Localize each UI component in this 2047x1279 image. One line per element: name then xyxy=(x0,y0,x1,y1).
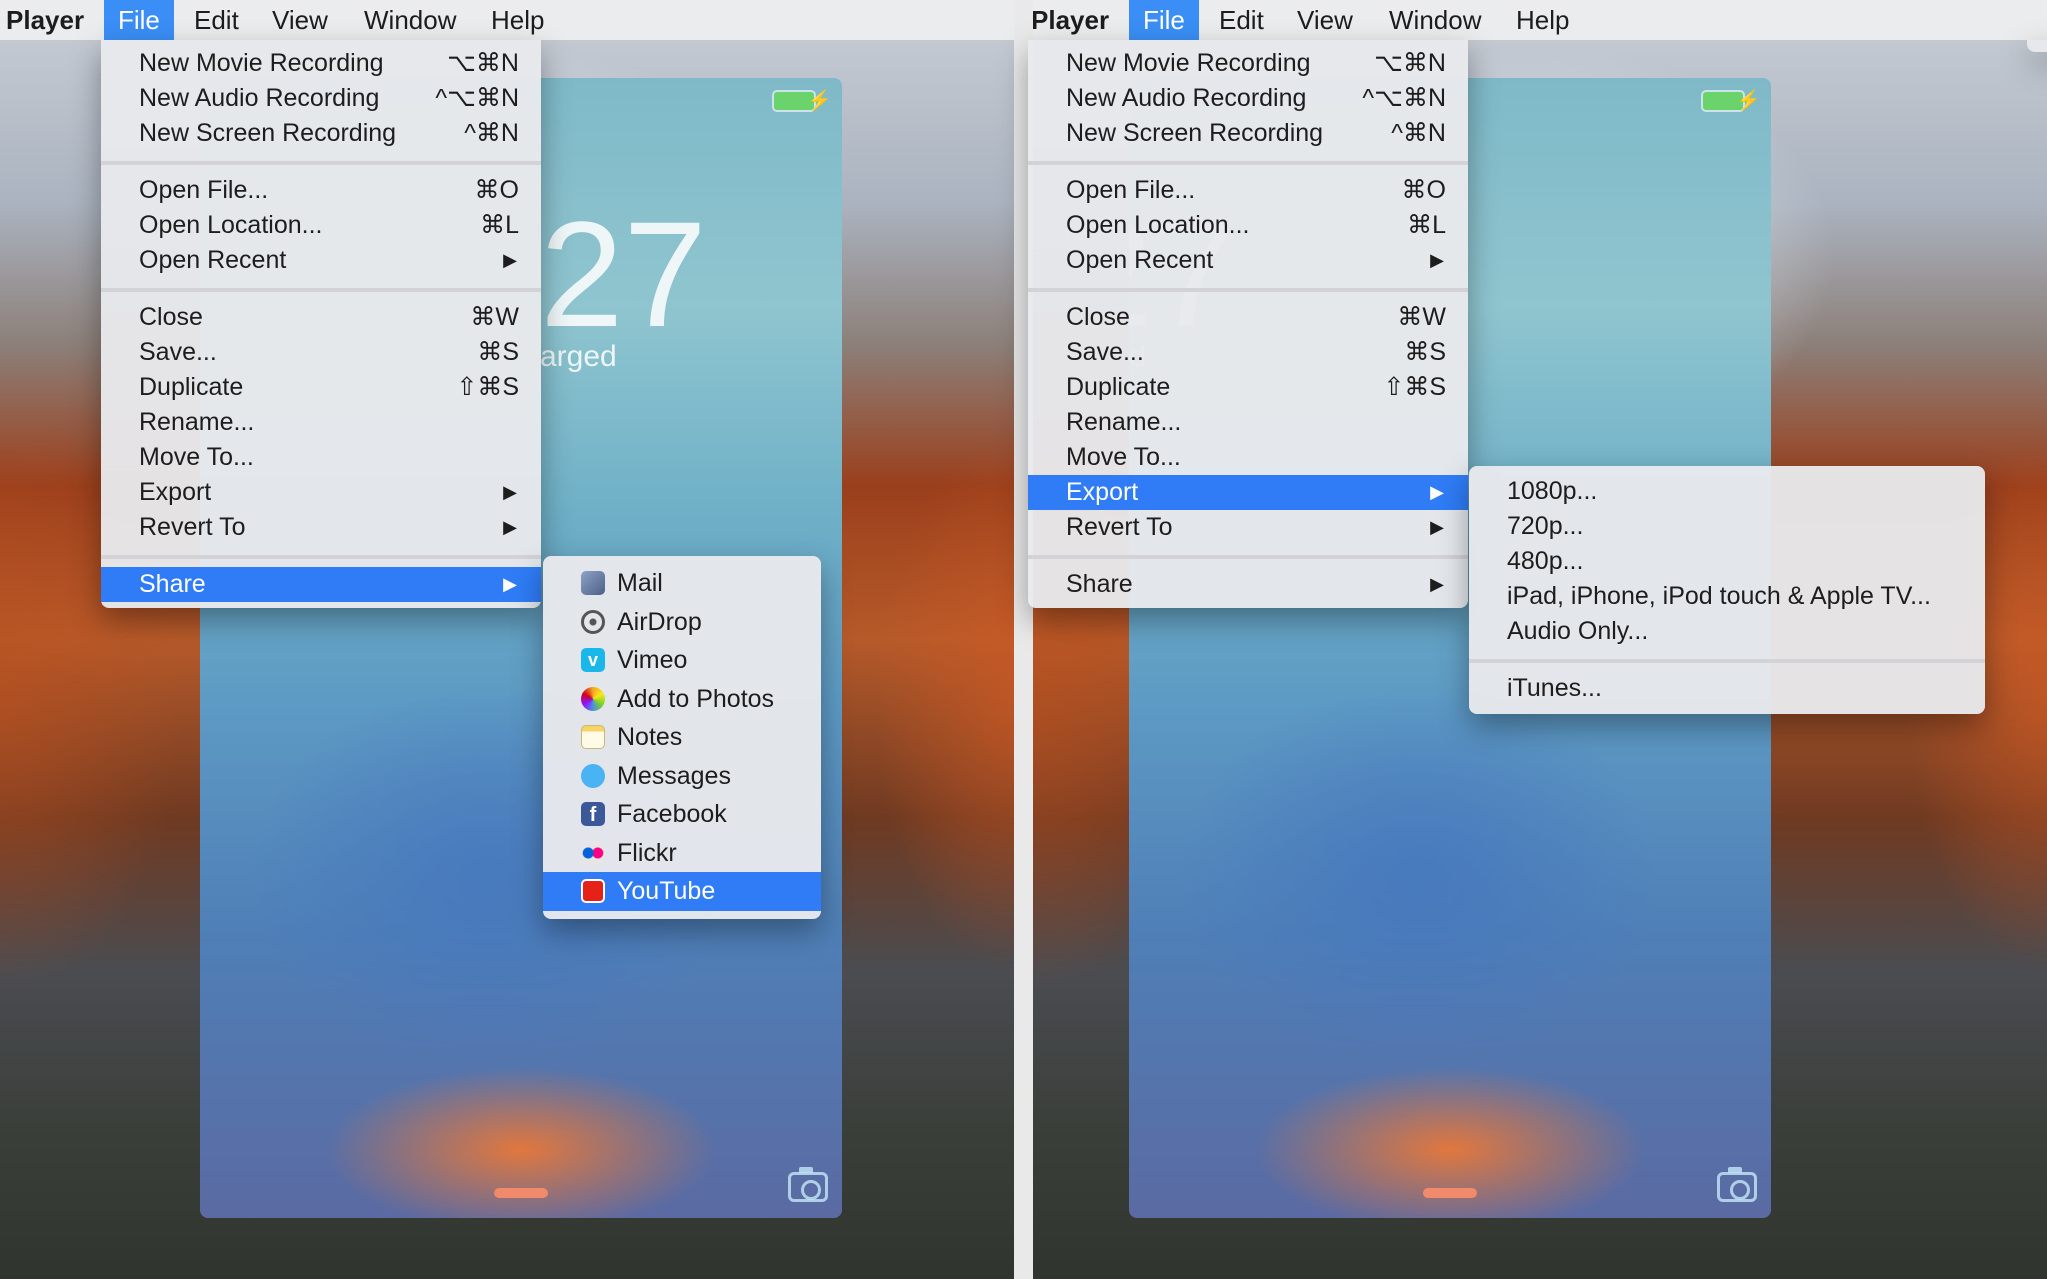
submenu-arrow-icon: ▶ xyxy=(1430,517,1444,537)
charging-status-text: arged xyxy=(540,340,617,373)
menu-bar: Player File Edit View Window Help xyxy=(1033,0,2047,41)
share-item-notes[interactable]: Notes xyxy=(543,718,821,757)
menu-item-close[interactable]: Close ⌘W xyxy=(101,300,541,335)
share-item-youtube[interactable]: YouTube xyxy=(543,872,821,911)
export-item-apple-devices[interactable]: iPad, iPhone, iPod touch & Apple TV... xyxy=(1469,579,1985,614)
menu-separator xyxy=(101,288,541,292)
menu-item-open-recent[interactable]: Open Recent ▶ xyxy=(1028,243,1468,278)
menu-item-rename[interactable]: Rename... xyxy=(1028,405,1468,440)
menu-item-new-audio-recording[interactable]: New Audio Recording ^⌥⌘N xyxy=(1028,81,1468,116)
photos-icon xyxy=(581,686,605,711)
file-menu-export-open: New Movie Recording ⌥⌘N New Audio Recordi… xyxy=(1028,40,1468,608)
flickr-icon xyxy=(581,840,605,865)
menu-file[interactable]: File xyxy=(104,0,174,40)
file-menu xyxy=(2027,40,2047,52)
submenu-arrow-icon: ▶ xyxy=(1430,482,1444,502)
menu-item-move-to[interactable]: Move To... xyxy=(101,440,541,475)
camera-icon[interactable] xyxy=(1717,1167,1757,1202)
lockscreen-time: 27 xyxy=(540,190,707,358)
menu-item-new-audio-recording[interactable]: New Audio Recording ^⌥⌘N xyxy=(101,81,541,116)
share-item-add-to-photos[interactable]: Add to Photos xyxy=(543,680,821,719)
export-item-itunes[interactable]: iTunes... xyxy=(1469,671,1985,706)
submenu-arrow-icon: ▶ xyxy=(1430,250,1444,270)
menu-edit[interactable]: Edit xyxy=(1205,0,1278,40)
menu-separator xyxy=(1028,161,1468,165)
menu-item-open-recent[interactable]: Open Recent ▶ xyxy=(101,243,541,278)
menu-item-open-file[interactable]: Open File... ⌘O xyxy=(1028,173,1468,208)
menu-item-duplicate[interactable]: Duplicate ⇧⌘S xyxy=(101,370,541,405)
app-menu-player[interactable]: Player xyxy=(6,0,84,40)
menu-separator xyxy=(101,555,541,559)
menu-separator xyxy=(1028,555,1468,559)
airdrop-icon xyxy=(581,609,605,634)
vimeo-icon: v xyxy=(581,648,605,672)
submenu-arrow-icon: ▶ xyxy=(503,517,517,537)
share-item-facebook[interactable]: f Facebook xyxy=(543,795,821,834)
mail-icon xyxy=(581,571,605,595)
share-item-messages[interactable]: Messages xyxy=(543,757,821,796)
menu-item-new-movie-recording[interactable]: New Movie Recording ⌥⌘N xyxy=(101,46,541,81)
submenu-arrow-icon: ▶ xyxy=(503,574,517,594)
home-indicator xyxy=(494,1188,548,1198)
menu-help[interactable]: Help xyxy=(1502,0,1583,40)
menu-item-new-movie-recording[interactable]: New Movie Recording ⌥⌘N xyxy=(1028,46,1468,81)
share-item-vimeo[interactable]: v Vimeo xyxy=(543,641,821,680)
menu-item-new-screen-recording[interactable]: New Screen Recording ^⌘N xyxy=(1028,116,1468,151)
menu-separator xyxy=(1469,659,1985,663)
youtube-icon xyxy=(581,879,605,903)
export-item-480p[interactable]: 480p... xyxy=(1469,544,1985,579)
menu-edit[interactable]: Edit xyxy=(180,0,253,40)
app-menu-player[interactable]: Player xyxy=(1033,0,1109,40)
file-menu: New Movie Recording ⌥⌘N New Audio Recordi… xyxy=(101,40,541,608)
messages-icon xyxy=(581,763,605,788)
menu-item-save[interactable]: Save... ⌘S xyxy=(1028,335,1468,370)
charging-bolt-icon: ⚡ xyxy=(1736,90,1761,112)
menu-file[interactable]: File xyxy=(1129,0,1199,40)
menu-item-export[interactable]: Export ▶ xyxy=(1028,475,1468,510)
facebook-icon: f xyxy=(581,802,605,826)
menu-item-save[interactable]: Save... ⌘S xyxy=(101,335,541,370)
submenu-arrow-icon: ▶ xyxy=(1430,574,1444,594)
menu-item-duplicate[interactable]: Duplicate ⇧⌘S xyxy=(1028,370,1468,405)
menu-item-move-to[interactable]: Move To... xyxy=(1028,440,1468,475)
menu-item-rename[interactable]: Rename... xyxy=(101,405,541,440)
menu-item-open-file[interactable]: Open File... ⌘O xyxy=(101,173,541,208)
menu-separator xyxy=(1028,288,1468,292)
menu-item-open-location[interactable]: Open Location... ⌘L xyxy=(101,208,541,243)
home-indicator xyxy=(1423,1188,1477,1198)
menu-item-new-screen-recording[interactable]: New Screen Recording ^⌘N xyxy=(101,116,541,151)
export-item-720p[interactable]: 720p... xyxy=(1469,509,1985,544)
menu-item-revert-to[interactable]: Revert To ▶ xyxy=(1028,510,1468,545)
menu-window[interactable]: Window xyxy=(1375,0,1495,40)
menu-separator xyxy=(101,161,541,165)
menu-item-close[interactable]: Close ⌘W xyxy=(1028,300,1468,335)
menu-item-open-location[interactable]: Open Location... ⌘L xyxy=(1028,208,1468,243)
menu-view[interactable]: View xyxy=(258,0,342,40)
camera-icon[interactable] xyxy=(788,1167,828,1202)
share-item-flickr[interactable]: Flickr xyxy=(543,834,821,873)
menu-item-share[interactable]: Share ▶ xyxy=(101,567,541,602)
export-item-1080p[interactable]: 1080p... xyxy=(1469,474,1985,509)
menu-view[interactable]: View xyxy=(1283,0,1367,40)
notes-icon xyxy=(581,725,605,749)
menu-help[interactable]: Help xyxy=(477,0,558,40)
left-screenshot-panel: Player File Edit View Window Help ⚡ 27 a… xyxy=(0,0,1014,1279)
export-item-audio-only[interactable]: Audio Only... xyxy=(1469,614,1985,649)
menu-window[interactable]: Window xyxy=(350,0,470,40)
export-submenu: 1080p... 720p... 480p... iPad, iPhone, i… xyxy=(1469,466,1985,714)
charging-bolt-icon: ⚡ xyxy=(807,90,832,112)
menu-item-export[interactable]: Export ▶ xyxy=(101,475,541,510)
submenu-arrow-icon: ▶ xyxy=(503,482,517,502)
menu-item-revert-to[interactable]: Revert To ▶ xyxy=(101,510,541,545)
share-item-mail[interactable]: Mail xyxy=(543,564,821,603)
menu-item-share[interactable]: Share ▶ xyxy=(1028,567,1468,602)
menu-bar: Player File Edit View Window Help xyxy=(0,0,1014,41)
share-submenu: Mail AirDrop v Vimeo Add to Photos Notes… xyxy=(543,556,821,919)
share-item-airdrop[interactable]: AirDrop xyxy=(543,603,821,642)
submenu-arrow-icon: ▶ xyxy=(503,250,517,270)
